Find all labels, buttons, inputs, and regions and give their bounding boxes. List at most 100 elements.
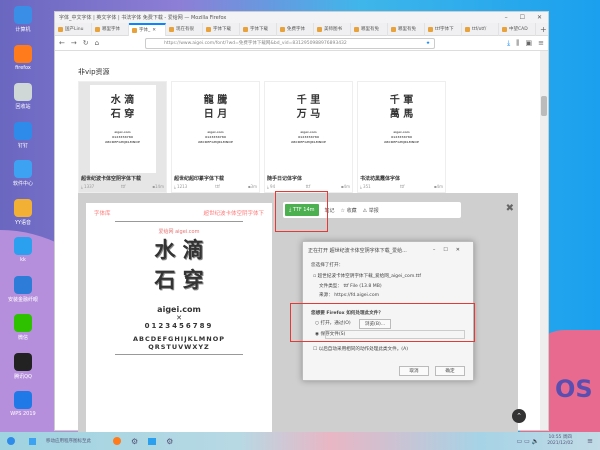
dialog-window-controls[interactable]: –☐✕ — [433, 247, 468, 254]
close-tab-icon[interactable]: ✕ — [152, 28, 156, 33]
desktop-icon-label: 安装金融纤眼 — [7, 296, 38, 303]
preview-char-line: 石 穿 — [154, 268, 204, 292]
url-bar[interactable]: https://www.aigei.com/font/?wd=免费字体下载网&b… — [145, 37, 436, 49]
favicon-icon — [465, 26, 470, 32]
card-name[interactable]: 书法坊黑霞体字体 — [358, 175, 445, 182]
desktop-icon-label: 钉钉 — [17, 142, 28, 149]
reload-icon[interactable]: ↻ — [83, 39, 89, 47]
wallpaper-os-logo: OS — [555, 375, 593, 403]
desktop-icon-label: firefox — [15, 64, 31, 71]
browser-tab[interactable]: 哪里有免 — [351, 22, 388, 36]
scrollbar[interactable] — [540, 51, 548, 430]
card-name[interactable]: 超世纪超印篆字体下载 — [172, 175, 259, 182]
close-panel-icon[interactable]: ✖ — [506, 203, 514, 214]
browser-tab[interactable]: ttf/otf/ — [462, 22, 499, 36]
font-card[interactable]: 千 里万 马 aigei.com 0123456789 ABCDEFGHIJKLMNO… — [264, 81, 353, 193]
menu-icon[interactable]: ≡ — [538, 39, 544, 47]
files-task-icon[interactable] — [148, 437, 157, 445]
maximize-button[interactable]: ☐ — [520, 14, 525, 21]
downloads-icon[interactable]: ⤓ — [507, 39, 510, 48]
tab-label: 中望CAD — [509, 27, 528, 32]
browser-tab[interactable]: 现在有很 — [166, 22, 203, 36]
report-button[interactable]: ⚠ 举报 — [363, 207, 379, 214]
browser-tab[interactable]: 字体下载 — [240, 22, 277, 36]
card-size: ▪4m — [433, 184, 443, 189]
tray-icons[interactable]: ▭ ▭ 🔈 — [517, 438, 540, 445]
desktop-icon[interactable]: WPS 2019 — [0, 389, 46, 428]
font-card[interactable]: 水 滴石 穿 aigei.com 0123456789 ABCDEFGHIJKLMNO… — [78, 81, 167, 193]
desktop-icon[interactable]: firefox — [0, 43, 46, 82]
desktop-icon[interactable]: 腾讯QQ — [0, 351, 46, 390]
favicon-icon — [280, 26, 285, 32]
browser-tab[interactable]: 国产Linu — [55, 22, 92, 36]
nav-bar: ← → ↻ ⌂ https://www.aigei.com/font/?wd=免费字体… — [55, 36, 548, 51]
browser-tab[interactable]: 哪里有免 — [388, 22, 425, 36]
firefox-task-icon[interactable] — [113, 437, 121, 445]
preview-upper: QRSTUVWXYZ — [148, 343, 210, 351]
desktop-icon-label: 腾讯QQ — [14, 373, 32, 380]
source-value: https://fd.aigei.com — [334, 293, 380, 298]
card-preview: 水 滴石 穿 aigei.com 0123456789 ABCDEFGHIJKLMNO… — [89, 85, 156, 173]
desktop-icon[interactable]: 微信 — [0, 312, 46, 351]
desktop-icon[interactable]: YY语音 — [0, 197, 46, 236]
favorite-label: 收藏 — [346, 207, 357, 214]
favicon-icon — [391, 26, 396, 32]
new-tab-button[interactable]: + — [540, 25, 547, 34]
filename-text: 超世纪波卡体空阴字体下载_爱给网_aigei_com.ttf — [317, 274, 421, 279]
app-icon — [14, 44, 32, 63]
sidebar-icon[interactable]: ▣ — [526, 39, 533, 47]
favicon-icon — [58, 26, 63, 32]
url-text: https://www.aigei.com/font/?wd=免费字体下载网&b… — [164, 41, 347, 46]
favorite-button[interactable]: ☆ 收藏 — [341, 207, 357, 214]
desktop-icon[interactable]: 钉钉 — [0, 120, 46, 159]
browser-tab[interactable]: 哪里字体 — [92, 22, 129, 36]
card-name[interactable]: 随手日记体字体 — [265, 175, 352, 182]
highlight-box — [290, 303, 475, 342]
font-card[interactable]: 千 軍萬 馬 aigei.com 0123456789 ABCDEFGHIJKLMNO… — [357, 81, 446, 193]
app-icon — [14, 121, 32, 140]
card-downloads: ⤓ 1337 — [81, 184, 95, 189]
app-icon — [14, 237, 32, 255]
back-icon[interactable]: ← — [59, 39, 65, 47]
app-task-icon[interactable]: ⚙ — [166, 437, 173, 446]
multitask-icon[interactable] — [29, 437, 36, 445]
desktop-icon[interactable]: 计算机 — [0, 4, 46, 43]
card-name[interactable]: 超世纪波卡体空阴字体下载 — [79, 175, 166, 182]
browser-tab[interactable]: ttf字体下 — [425, 22, 462, 36]
ok-button[interactable]: 确定 — [435, 366, 465, 376]
close-button[interactable]: ✕ — [537, 14, 542, 21]
card-format: ttf — [305, 184, 311, 189]
browser-tab[interactable]: 美师图书 — [314, 22, 351, 36]
scroll-top-button[interactable]: ⌃ — [512, 409, 526, 423]
card-format: ttf — [399, 184, 405, 189]
preview-line: 萬 馬 — [389, 109, 414, 120]
clock-date: 2021/12/02 — [547, 441, 574, 446]
settings-task-icon[interactable]: ⚙ — [131, 437, 138, 446]
desktop-icon-label: 计算机 — [15, 27, 31, 33]
desktop-icon-label: 回收站 — [15, 104, 31, 110]
notification-icon[interactable]: ≡ — [587, 437, 593, 445]
browser-tab[interactable]: 免费字体 — [277, 22, 314, 36]
desktop-icon[interactable]: kk — [0, 235, 46, 274]
type-value: ttf File (13.8 MB) — [343, 284, 382, 289]
desktop-icon[interactable]: 回收站 — [0, 81, 46, 120]
browser-tab[interactable]: 字体下载 — [203, 22, 240, 36]
preview-line: 日 月 — [203, 109, 228, 120]
bookmark-star-icon[interactable]: ★ — [426, 41, 434, 46]
taskbar-hint: 移动应用程序图标至此 — [46, 439, 91, 444]
browser-tab[interactable]: 中望CAD — [499, 22, 536, 36]
cancel-button[interactable]: 取消 — [399, 366, 429, 376]
favicon-icon — [317, 26, 322, 32]
browser-tab[interactable]: 字体_ ✕ — [129, 22, 166, 36]
tab-strip: 国产Linu 哪里字体 字体_ ✕ 现在有很 字体下载 字体下载 免费字体 美师图书 哪里有免 哪里… — [55, 22, 548, 36]
desktop-icon[interactable]: 软件中心 — [0, 158, 46, 197]
font-card[interactable]: 龍 騰日 月 aigei.com 0123456789 ABCDEFGHIJKLMNO… — [171, 81, 260, 193]
library-icon[interactable]: ⫼ — [516, 39, 519, 48]
minimize-button[interactable]: – — [505, 14, 508, 21]
auto-action-checkbox[interactable]: ☐ 以后自动采用相同的动作处理此类文件。(A) — [313, 346, 408, 352]
start-menu-icon[interactable] — [7, 437, 15, 445]
desktop-icon[interactable]: 安装金融纤眼 — [0, 274, 46, 313]
home-icon[interactable]: ⌂ — [95, 39, 99, 47]
forward-icon[interactable]: → — [71, 39, 77, 47]
title-bar: 字体_中文字体 | 英文字体 | 书法字体 免费下载 - 爱给网 — Mozil… — [55, 12, 548, 23]
